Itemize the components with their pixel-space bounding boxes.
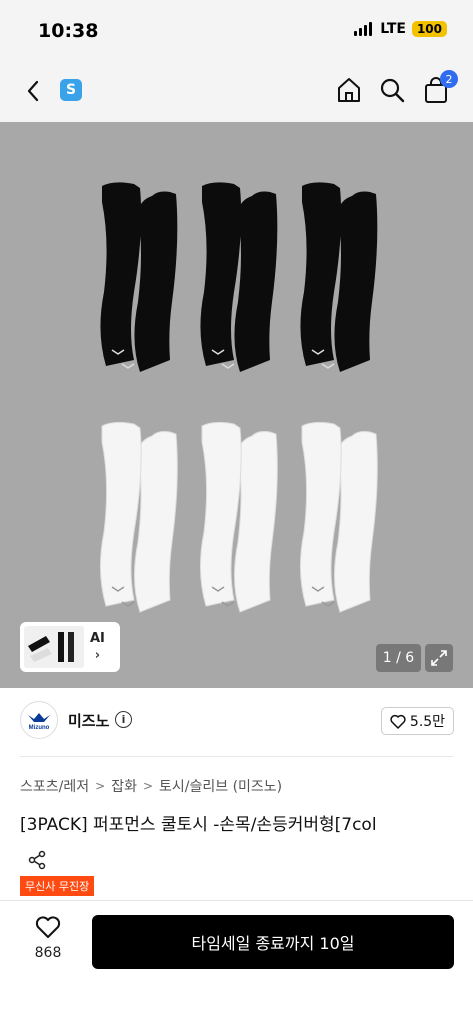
breadcrumb-item[interactable]: 토시/슬리브 (미즈노) [159,776,282,796]
brand-like-count: 5.5만 [409,714,446,730]
search-button[interactable] [376,74,408,106]
home-icon [338,78,360,102]
brand-logo[interactable]: Mizuno [20,701,58,739]
product-photo [99,182,378,613]
heart-icon [35,916,61,938]
brand-row[interactable]: Mizuno 미즈노 i 5.5만 [0,698,473,748]
search-icon [380,78,405,103]
logo-text: Mizuno [29,725,50,731]
breadcrumb-separator: > [142,779,154,793]
wishlist-button[interactable]: 868 [28,915,68,961]
breadcrumb-separator: > [95,779,106,793]
info-icon[interactable]: i [115,711,132,728]
status-indicators: LTE 100 [354,21,447,37]
purchase-button[interactable]: 타임세일 종료까지 10일 [92,915,454,969]
divider [20,756,453,757]
cart-count-badge: 2 [440,70,458,88]
heart-icon [390,714,406,729]
breadcrumb-item[interactable]: 잡화 [111,776,137,796]
expand-icon [431,650,447,666]
breadcrumb: 스포츠/레저 > 잡화 > 토시/슬리브 (미즈노) [20,776,282,796]
home-button[interactable] [333,74,365,106]
chevron-left-icon [27,80,39,102]
image-page-counter: 1 / 6 [376,644,421,672]
mizuno-logo: Mizuno [28,713,50,731]
cart-button[interactable]: 2 [420,70,458,106]
wishlist-count: 868 [34,945,62,961]
promo-badge: 무신사 무진장 [20,876,95,896]
expand-image-button[interactable] [425,644,453,672]
share-button[interactable] [22,845,52,875]
breadcrumb-item[interactable]: 스포츠/레저 [20,776,89,796]
app-header: S 2 [0,60,473,122]
back-button[interactable] [18,76,48,106]
brand-name[interactable]: 미즈노 [68,710,109,731]
ai-label: AI [90,631,105,646]
network-label: LTE [380,21,406,37]
ai-thumbnail [24,626,84,668]
status-bar: 10:38 LTE 100 [0,0,473,60]
status-time: 10:38 [38,20,99,42]
product-title: [3PACK] 퍼포먼스 쿨토시 -손목/손등커버형[7col [20,815,377,835]
product-image-gallery[interactable]: AI › 1 / 6 [0,122,473,688]
store-badge[interactable]: S [60,79,82,101]
ai-recommendation-chip[interactable]: AI › [20,622,120,672]
bottom-action-bar: 868 타임세일 종료까지 10일 [0,900,473,1024]
signal-icon [354,22,373,36]
brand-like-button[interactable]: 5.5만 [381,707,454,735]
share-icon [28,850,46,870]
battery-icon: 100 [411,21,447,37]
chevron-right-icon: › [94,648,101,663]
